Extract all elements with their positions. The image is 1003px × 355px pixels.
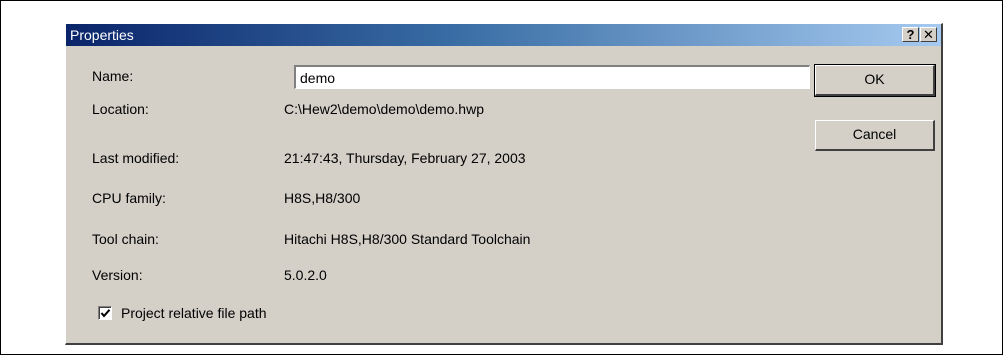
cpu-family-label: CPU family:	[92, 190, 166, 206]
title-bar[interactable]: Properties ? ✕	[66, 24, 941, 46]
help-button[interactable]: ?	[902, 27, 919, 42]
version-value: 5.0.2.0	[284, 267, 327, 283]
figure-frame: Properties ? ✕ Name: Location: C:\Hew2\d…	[0, 0, 1003, 355]
version-label: Version:	[92, 267, 143, 283]
tool-chain-label: Tool chain:	[92, 231, 159, 247]
cpu-family-value: H8S,H8/300	[284, 190, 361, 206]
name-label: Name:	[92, 68, 134, 84]
location-value: C:\Hew2\demo\demo\demo.hwp	[284, 101, 484, 117]
location-label: Location:	[92, 101, 149, 117]
last-modified-value: 21:47:43, Thursday, February 27, 2003	[284, 150, 526, 166]
checkmark-icon	[100, 309, 111, 318]
tool-chain-value: Hitachi H8S,H8/300 Standard Toolchain	[284, 231, 531, 247]
relative-path-checkbox[interactable]	[98, 306, 112, 320]
last-modified-label: Last modified:	[92, 150, 180, 166]
relative-path-label[interactable]: Project relative file path	[121, 305, 267, 321]
ok-button[interactable]: OK	[814, 64, 936, 97]
properties-dialog: Properties ? ✕ Name: Location: C:\Hew2\d…	[65, 23, 943, 345]
close-button[interactable]: ✕	[920, 27, 937, 42]
window-title: Properties	[70, 27, 134, 43]
cancel-button[interactable]: Cancel	[815, 120, 935, 151]
name-input[interactable]	[294, 65, 810, 89]
